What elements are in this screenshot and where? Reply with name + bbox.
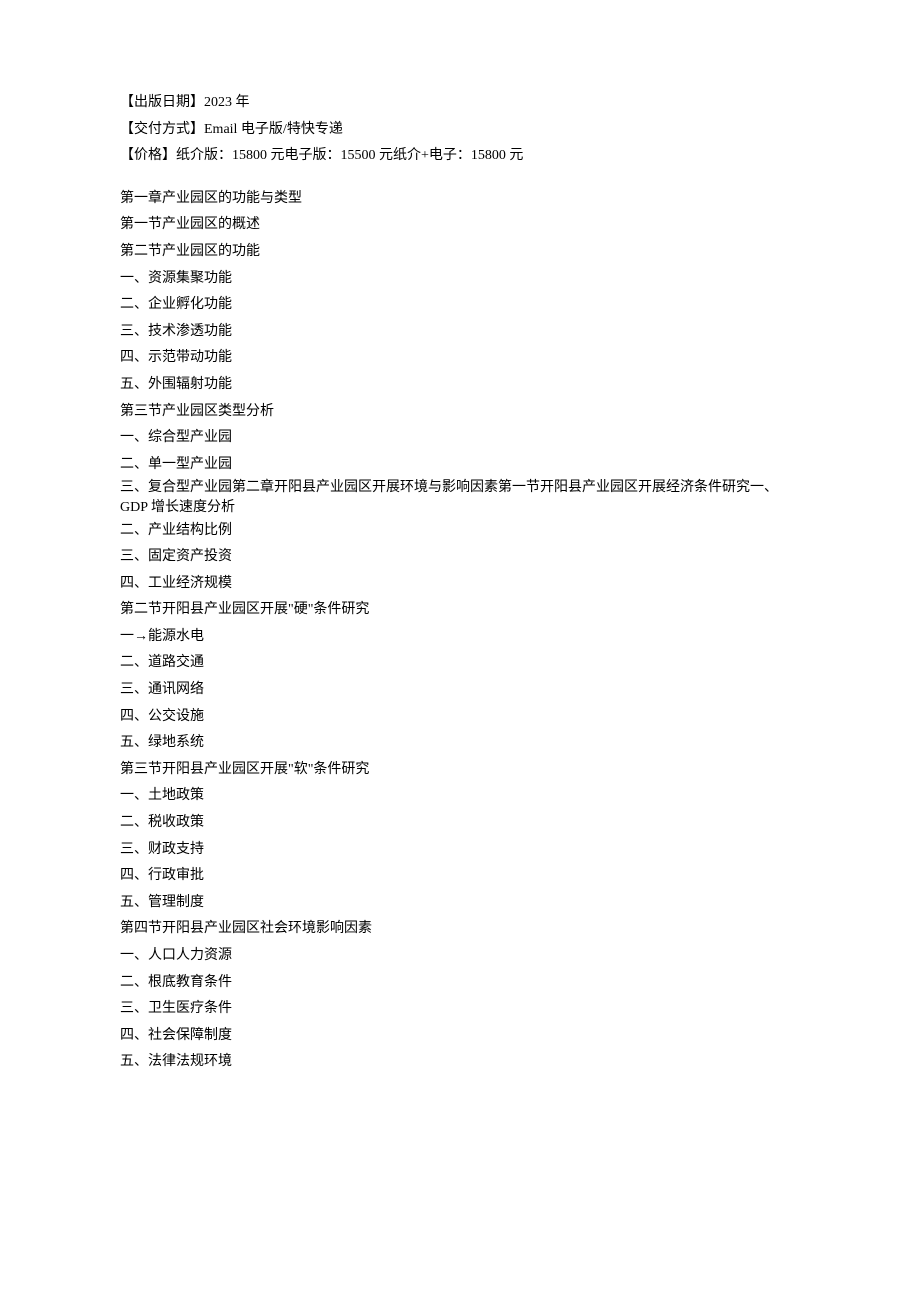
toc-line: 二、单一型产业园 [120,452,800,479]
toc-line: 第三节开阳县产业园区开展"软"条件研究 [120,757,800,784]
meta-pub-date: 【出版日期】2023 年 [120,90,800,117]
toc-line: 三、通讯网络 [120,677,800,704]
toc-line: 四、公交设施 [120,704,800,731]
meta-price: 【价格】纸介版：15800 元电子版：15500 元纸介+电子：15800 元 [120,143,800,170]
toc-line: 四、行政审批 [120,863,800,890]
toc-line: 四、社会保障制度 [120,1023,800,1050]
toc-line: 一、土地政策 [120,783,800,810]
toc-line: 第二节开阳县产业园区开展"硬"条件研究 [120,597,800,624]
toc-line: 五、绿地系统 [120,730,800,757]
toc-line: 二、根底教育条件 [120,970,800,997]
toc-line: 五、外围辐射功能 [120,372,800,399]
toc-line: 三、卫生医疗条件 [120,996,800,1023]
toc-line: 第三节产业园区类型分析 [120,399,800,426]
toc-line: 二、道路交通 [120,650,800,677]
toc-line: 第二节产业园区的功能 [120,239,800,266]
toc-line: 二、产业结构比例 [120,518,800,545]
toc-line: 五、法律法规环境 [120,1049,800,1076]
toc-line: 五、管理制度 [120,890,800,917]
toc-line: 三、固定资产投资 [120,544,800,571]
toc-line: 一、综合型产业园 [120,425,800,452]
toc-line: 第一章产业园区的功能与类型 [120,186,800,213]
toc-line: 四、工业经济规模 [120,571,800,598]
toc-line: 二、税收政策 [120,810,800,837]
spacer [120,170,800,186]
toc-line: 三、复合型产业园第二章开阳县产业园区开展环境与影响因素第一节开阳县产业园区开展经… [120,478,800,517]
toc-line: 三、技术渗透功能 [120,319,800,346]
toc-line: 一、资源集聚功能 [120,266,800,293]
toc-line: 一、人口人力资源 [120,943,800,970]
toc-line: 三、财政支持 [120,837,800,864]
toc-line: 第一节产业园区的概述 [120,212,800,239]
meta-delivery: 【交付方式】Email 电子版/特快专递 [120,117,800,144]
toc-line: 四、示范带动功能 [120,345,800,372]
toc-line: 一→能源水电 [120,624,800,651]
toc-line: 第四节开阳县产业园区社会环境影响因素 [120,916,800,943]
document-page: 【出版日期】2023 年 【交付方式】Email 电子版/特快专递 【价格】纸介… [0,0,920,1301]
toc-line: 二、企业孵化功能 [120,292,800,319]
